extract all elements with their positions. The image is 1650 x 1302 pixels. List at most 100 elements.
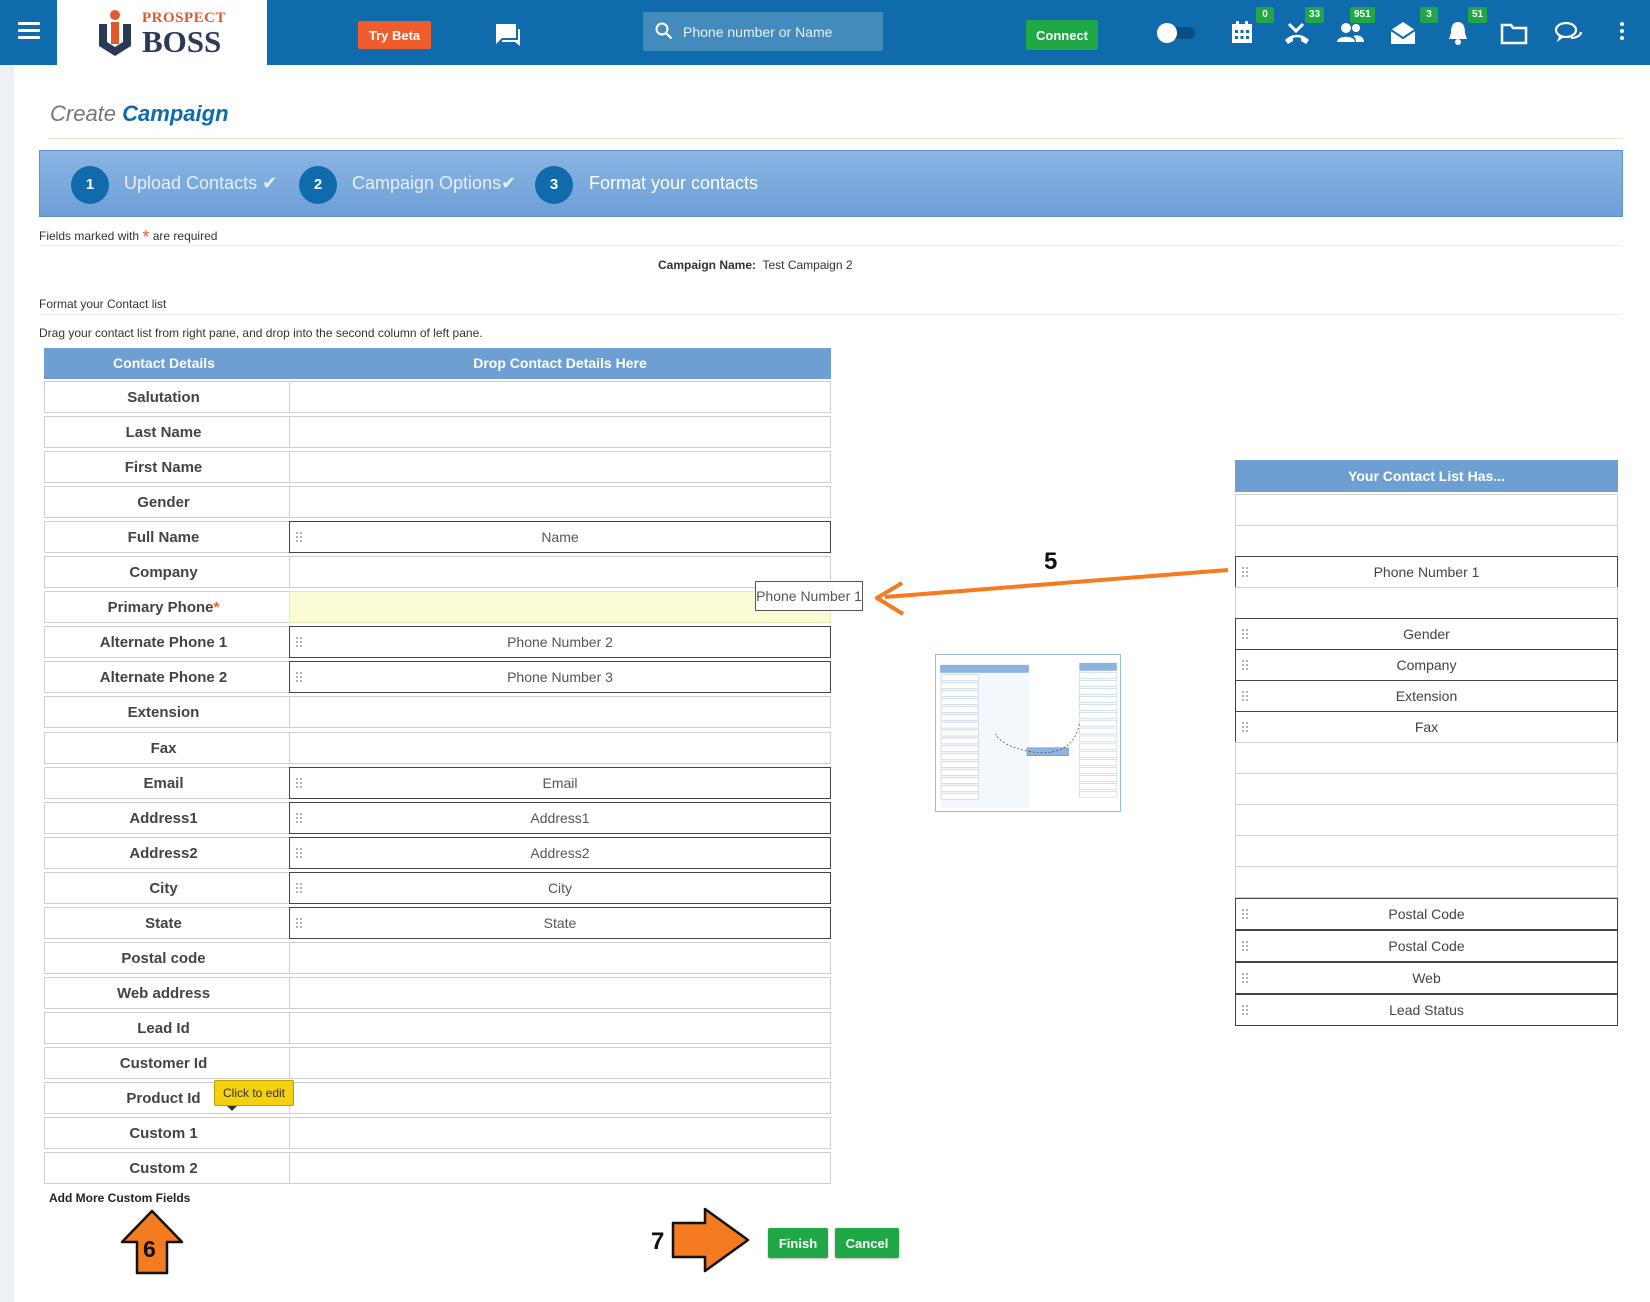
drag-handle-icon[interactable]	[295, 636, 303, 650]
contact-list-item[interactable]: Fax	[1235, 711, 1618, 743]
search-input[interactable]	[683, 20, 873, 44]
try-beta-button[interactable]: Try Beta	[358, 21, 431, 49]
contacts-badge: 951	[1350, 7, 1375, 23]
drag-handle-icon[interactable]	[1241, 690, 1249, 704]
more-options-icon[interactable]	[1618, 22, 1626, 44]
field-label[interactable]: Extension	[44, 696, 282, 728]
logo[interactable]: PROSPECT BOSS	[57, 0, 267, 65]
drop-zone[interactable]	[289, 416, 831, 448]
drop-zone[interactable]	[289, 1047, 831, 1079]
cancel-button[interactable]: Cancel	[835, 1228, 899, 1258]
field-label[interactable]: Last Name	[44, 416, 282, 448]
field-label[interactable]: Web address	[44, 977, 282, 1009]
field-label[interactable]: City	[44, 872, 282, 904]
drag-handle-icon[interactable]	[295, 671, 303, 685]
drop-zone[interactable]	[289, 486, 831, 518]
field-label[interactable]: Email	[44, 767, 282, 799]
hamburger-menu-icon[interactable]	[18, 22, 40, 40]
field-label[interactable]: Salutation	[44, 381, 282, 413]
drag-handle-icon[interactable]	[1241, 1004, 1249, 1018]
field-label[interactable]: Lead Id	[44, 1012, 282, 1044]
drag-handle-icon[interactable]	[295, 531, 303, 545]
field-label[interactable]: Address1	[44, 802, 282, 834]
drop-zone[interactable]	[289, 1012, 831, 1044]
step-2-label[interactable]: Campaign Options✔	[352, 173, 516, 194]
field-label[interactable]: Alternate Phone 2	[44, 661, 282, 693]
field-label[interactable]: Customer Id	[44, 1047, 282, 1079]
drop-zone[interactable]: Phone Number 3	[289, 661, 831, 693]
drag-handle-icon[interactable]	[1241, 721, 1249, 735]
field-label[interactable]: Company	[44, 556, 282, 588]
folder-icon[interactable]	[1499, 18, 1529, 48]
dragging-item[interactable]: Phone Number 1	[755, 581, 863, 611]
drop-zone[interactable]: Email	[289, 767, 831, 799]
add-more-custom-fields-link[interactable]: Add More Custom Fields	[49, 1191, 190, 1205]
contact-list-item[interactable]: Company	[1235, 649, 1618, 681]
contact-list-item[interactable]: Extension	[1235, 680, 1618, 712]
contact-list-item[interactable]: Postal Code	[1235, 898, 1618, 930]
field-label[interactable]: Custom 2	[44, 1152, 282, 1184]
logo-text-bottom: BOSS	[142, 24, 222, 59]
step-3-circle[interactable]: 3	[535, 166, 573, 204]
drop-zone[interactable]	[289, 381, 831, 413]
drop-zone[interactable]	[289, 1117, 831, 1149]
drag-handle-icon[interactable]	[1241, 972, 1249, 986]
mapped-field-value: Phone Number 3	[507, 669, 613, 685]
drop-zone[interactable]	[289, 556, 831, 588]
field-label[interactable]: Fax	[44, 732, 282, 764]
contact-list-item[interactable]: Gender	[1235, 618, 1618, 650]
section-title: Format your Contact list	[39, 297, 167, 311]
drag-handle-icon[interactable]	[295, 777, 303, 791]
drop-zone[interactable]	[289, 977, 831, 1009]
field-label[interactable]: First Name	[44, 451, 282, 483]
drop-zone[interactable]	[289, 696, 831, 728]
divider	[39, 314, 1621, 315]
drag-handle-icon[interactable]	[1241, 566, 1249, 580]
field-label[interactable]: Primary Phone*	[44, 591, 282, 623]
field-label[interactable]: Postal code	[44, 942, 282, 974]
drop-zone[interactable]	[289, 451, 831, 483]
field-label[interactable]: Alternate Phone 1	[44, 626, 282, 658]
drop-zone[interactable]: Name	[289, 521, 831, 553]
mail-open-icon[interactable]	[1388, 18, 1418, 48]
drag-handle-icon[interactable]	[1241, 940, 1249, 954]
drag-handle-icon[interactable]	[295, 812, 303, 826]
step-1-circle[interactable]: 1	[71, 166, 109, 204]
drop-zone[interactable]: City	[289, 872, 831, 904]
finish-button[interactable]: Finish	[768, 1228, 828, 1258]
drag-handle-icon[interactable]	[1241, 628, 1249, 642]
drop-zone[interactable]	[289, 1152, 831, 1184]
step-1-label[interactable]: Upload Contacts ✔	[124, 173, 277, 194]
drop-zone[interactable]	[289, 1082, 831, 1114]
contact-list-item[interactable]: Web	[1235, 962, 1618, 994]
drag-handle-icon[interactable]	[1241, 659, 1249, 673]
contact-list-item[interactable]: Postal Code	[1235, 930, 1618, 962]
connect-button[interactable]: Connect	[1026, 20, 1098, 50]
drop-zone[interactable]: Address2	[289, 837, 831, 869]
drop-zone[interactable]	[289, 591, 831, 623]
calendar-icon[interactable]	[1227, 18, 1257, 48]
availability-toggle[interactable]	[1157, 23, 1195, 43]
drag-handle-icon[interactable]	[295, 917, 303, 931]
field-label[interactable]: State	[44, 907, 282, 939]
step-3-label[interactable]: Format your contacts	[589, 173, 758, 194]
chat-icon[interactable]	[494, 22, 522, 48]
chat-bubbles-icon[interactable]	[1553, 18, 1583, 48]
drop-zone[interactable]	[289, 732, 831, 764]
field-label[interactable]: Full Name	[44, 521, 282, 553]
drop-zone[interactable]: State	[289, 907, 831, 939]
step-2-circle[interactable]: 2	[299, 166, 337, 204]
drag-handle-icon[interactable]	[295, 847, 303, 861]
field-label[interactable]: Custom 1	[44, 1117, 282, 1149]
contact-list-item	[1235, 835, 1618, 867]
field-label[interactable]: Gender	[44, 486, 282, 518]
drop-zone[interactable]: Address1	[289, 802, 831, 834]
drag-handle-icon[interactable]	[1241, 908, 1249, 922]
field-label[interactable]: Address2	[44, 837, 282, 869]
drop-zone[interactable]	[289, 942, 831, 974]
contact-list-item[interactable]: Phone Number 1	[1235, 556, 1618, 588]
contact-list-item[interactable]: Lead Status	[1235, 994, 1618, 1026]
mapped-field-value: City	[547, 880, 573, 896]
drop-zone[interactable]: Phone Number 2	[289, 626, 831, 658]
drag-handle-icon[interactable]	[295, 882, 303, 896]
